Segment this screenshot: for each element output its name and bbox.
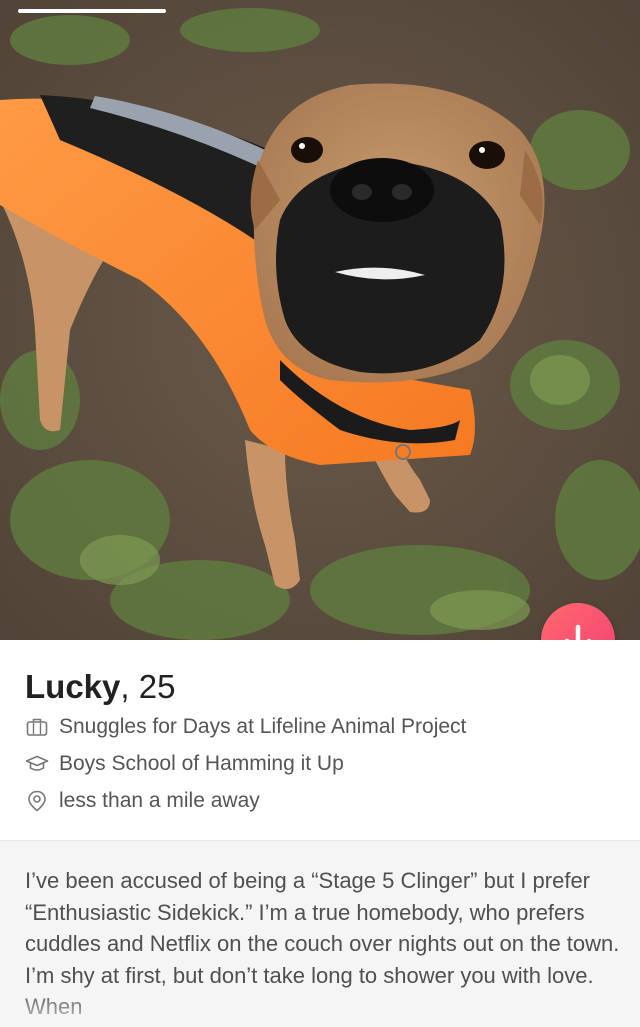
briefcase-icon: [25, 715, 49, 739]
profile-name-age: Lucky, 25: [25, 668, 175, 706]
job-detail: Snuggles for Days at Lifeline Animal Pro…: [25, 714, 466, 740]
distance-text: less than a mile away: [59, 789, 260, 812]
profile-age: 25: [138, 668, 176, 705]
profile-photo[interactable]: [0, 0, 640, 640]
school-text: Boys School of Hamming it Up: [59, 752, 344, 775]
graduation-cap-icon: [25, 752, 49, 776]
school-detail: Boys School of Hamming it Up: [25, 751, 344, 777]
profile-name: Lucky: [25, 668, 121, 705]
photo-progress-bar: [18, 9, 166, 13]
bio-fade: [0, 987, 640, 1027]
profile-age-separator: ,: [120, 668, 139, 705]
dog-photo-illustration: [0, 0, 640, 640]
bio-section: I’ve been accused of being a “Stage 5 Cl…: [0, 841, 640, 1027]
job-text: Snuggles for Days at Lifeline Animal Pro…: [59, 715, 467, 738]
location-pin-icon: [25, 789, 49, 813]
profile-info: Lucky, 25 Snuggles for Days at Lifeline …: [0, 640, 640, 840]
distance-detail: less than a mile away: [25, 788, 260, 814]
